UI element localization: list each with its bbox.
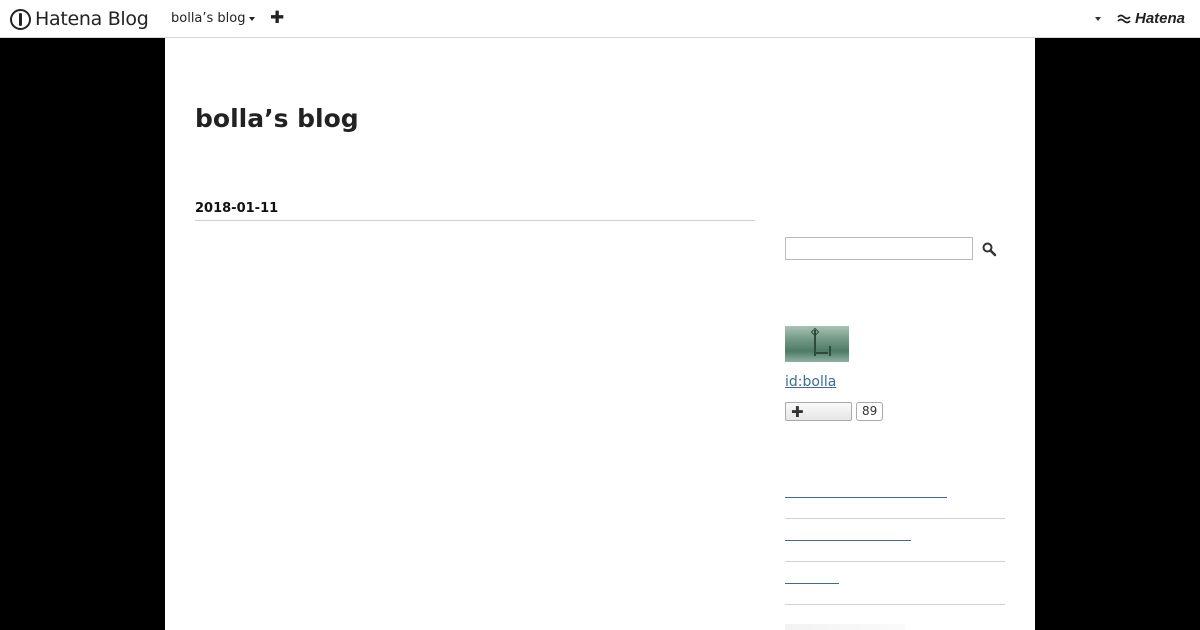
blog-switcher-dropdown[interactable]: bolla’s blog (171, 11, 255, 26)
hatena-blog-logo[interactable]: Hatena Blog (10, 7, 149, 31)
sidebar-link[interactable] (785, 572, 839, 584)
avatar-graphic (816, 352, 828, 354)
blog-title[interactable]: bolla’s blog (195, 104, 359, 133)
hatena-logo-text: Hatena (1135, 10, 1186, 27)
add-new-post-button[interactable]: ✚ (270, 9, 284, 27)
sidebar-divider (785, 604, 1005, 605)
caret-down-icon (248, 17, 255, 21)
blog-container: bolla’s blog 2018-01-11 id:bolla ✚ 89 (165, 38, 1035, 630)
profile-id-link[interactable]: id:bolla (785, 374, 836, 390)
hatena-logo[interactable]: Hatena (1117, 10, 1185, 27)
profile-avatar[interactable] (785, 326, 849, 362)
hatena-blog-logo-text: Hatena Blog (35, 8, 149, 30)
hatena-blog-logo-icon (10, 8, 31, 30)
user-menu-caret-icon[interactable] (1095, 17, 1101, 21)
sidebar-divider (785, 561, 1005, 562)
hatena-wave-icon (1117, 14, 1131, 23)
sidebar-link[interactable] (785, 486, 947, 498)
sidebar-faded-item (785, 624, 905, 630)
subscribe-button[interactable]: ✚ (785, 402, 852, 421)
avatar-graphic (829, 346, 831, 356)
sidebar-link[interactable] (785, 529, 911, 541)
global-header: Hatena Blog bolla’s blog ✚ Hatena (0, 0, 1200, 38)
search-input[interactable] (785, 237, 973, 260)
plus-icon: ✚ (791, 403, 804, 421)
search-icon[interactable] (981, 241, 997, 257)
avatar-graphic (810, 327, 820, 337)
blog-switcher-label: bolla’s blog (171, 11, 246, 26)
sidebar-divider (785, 518, 1005, 519)
subscriber-count-badge: 89 (856, 402, 884, 421)
entry-date[interactable]: 2018-01-11 (195, 201, 755, 221)
